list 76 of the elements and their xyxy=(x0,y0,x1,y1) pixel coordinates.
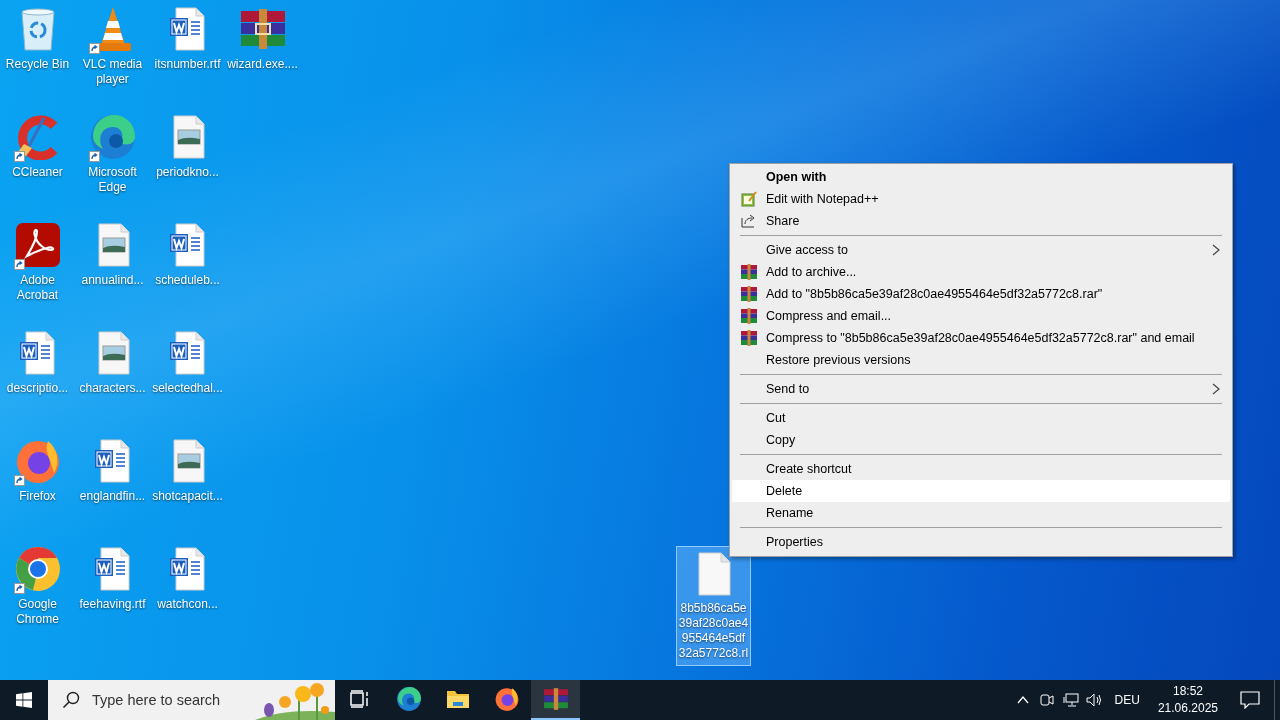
chevron-right-icon xyxy=(1212,383,1220,395)
books-icon xyxy=(741,330,757,346)
shortcut-arrow-icon xyxy=(88,43,100,54)
notepad-icon xyxy=(741,191,757,207)
acrobat-icon xyxy=(14,222,61,268)
word-document-icon xyxy=(167,222,208,268)
desktop-icon-label[interactable]: periodkno... xyxy=(150,165,225,180)
word-document-icon xyxy=(92,546,133,592)
menu-item[interactable]: Add to archive... xyxy=(732,261,1230,283)
chrome-icon xyxy=(13,545,62,593)
menu-item[interactable]: Cut xyxy=(732,407,1230,429)
desktop-icon-label[interactable]: Google Chrome xyxy=(0,597,75,627)
shortcut-arrow-icon xyxy=(13,259,25,270)
desktop-icon-label[interactable]: englandfin... xyxy=(75,489,150,504)
desktop-icon-label[interactable]: watchcon... xyxy=(150,597,225,612)
menu-item[interactable]: Delete xyxy=(732,480,1230,502)
books-icon xyxy=(238,7,287,51)
selected-file-icon[interactable]: 8b5b86ca5e39af28c0ae4955464e5df32a5772c8.rl xyxy=(676,546,751,666)
edge-icon xyxy=(88,113,137,161)
books-icon xyxy=(741,264,757,280)
desktop-icon-label[interactable]: CCleaner xyxy=(0,165,75,180)
menu-item[interactable]: Add to "8b5b86ca5e39af28c0ae4955464e5df32a5772c8.rar" xyxy=(732,283,1230,305)
word-document-icon xyxy=(167,6,208,52)
desktop-icon-label[interactable]: shotcapacit... xyxy=(150,489,225,504)
menu-item[interactable]: Open with xyxy=(732,166,1230,188)
desktop-icon-label[interactable]: Adobe Acrobat xyxy=(0,273,75,303)
firefox-icon xyxy=(493,686,520,712)
desktop-icon-label[interactable]: itsnumber.rtf xyxy=(150,57,225,72)
books-icon xyxy=(741,286,757,302)
menu-item[interactable]: Restore previous versions xyxy=(732,349,1230,371)
edge-icon xyxy=(395,686,422,712)
menu-item[interactable]: Rename xyxy=(732,502,1230,524)
search-field[interactable]: Type here to search xyxy=(92,692,272,708)
desktop-icon-label[interactable]: wizard.exe.... xyxy=(225,57,300,72)
shortcut-arrow-icon xyxy=(88,151,100,162)
menu-item[interactable]: Share xyxy=(732,210,1230,232)
desktop-icon-label[interactable]: Microsoft Edge xyxy=(75,165,150,195)
word-document-icon xyxy=(17,330,58,376)
share-icon xyxy=(741,213,757,229)
books-icon xyxy=(542,687,569,711)
books-icon xyxy=(741,308,757,324)
menu-item[interactable]: Create shortcut xyxy=(732,458,1230,480)
chevron-right-icon xyxy=(1212,244,1220,256)
folder-icon xyxy=(445,689,470,709)
desktop-icon-label[interactable]: Recycle Bin xyxy=(0,57,75,72)
word-document-icon xyxy=(167,330,208,376)
language-indicator[interactable]: DEU xyxy=(1106,680,1150,720)
shortcut-arrow-icon xyxy=(13,583,25,594)
menu-item[interactable]: Compress to "8b5b86ca5e39af28c0ae4955464e5df32a5772c8.rar" and email xyxy=(732,327,1230,349)
desktop-icon-label[interactable]: selectedhal... xyxy=(150,381,225,396)
task-view-icon xyxy=(349,690,370,708)
desktop-icon-label[interactable]: feehaving.rtf xyxy=(75,597,150,612)
clock[interactable]: 18:52 21.06.2025 xyxy=(1149,680,1226,720)
desktop-icon-label[interactable]: descriptio... xyxy=(0,381,75,396)
word-document-icon xyxy=(92,438,133,484)
search-bar[interactable]: Type here to search xyxy=(48,680,335,720)
clock-date: 21.06.2025 xyxy=(1157,700,1218,717)
desktop-icon-label[interactable]: characters... xyxy=(75,381,150,396)
windows-logo-icon xyxy=(16,692,32,708)
clock-time: 18:52 xyxy=(1172,683,1203,700)
menu-item[interactable]: Send to xyxy=(732,378,1230,400)
desktop-icon-label[interactable]: VLC media player xyxy=(75,57,150,87)
desktop-icon-label[interactable]: annualind... xyxy=(75,273,150,288)
blank-file-icon xyxy=(696,552,731,596)
menu-item[interactable]: Edit with Notepad++ xyxy=(732,188,1230,210)
desktop-icon-label[interactable]: scheduleb... xyxy=(150,273,225,288)
taskbar-app-button[interactable] xyxy=(531,680,580,720)
menu-item[interactable]: Compress and email... xyxy=(732,305,1230,327)
shortcut-arrow-icon xyxy=(13,151,25,162)
word-document-icon xyxy=(167,546,208,592)
menu-item[interactable]: Give access to xyxy=(732,239,1230,261)
shortcut-arrow-icon xyxy=(13,475,25,486)
desktop-icon-label[interactable]: Firefox xyxy=(0,489,75,504)
search-icon xyxy=(62,691,80,709)
file-name-label: 8b5b86ca5e39af28c0ae4955464e5df32a5772c8.rl xyxy=(678,601,749,661)
menu-item[interactable]: Copy xyxy=(732,429,1230,451)
